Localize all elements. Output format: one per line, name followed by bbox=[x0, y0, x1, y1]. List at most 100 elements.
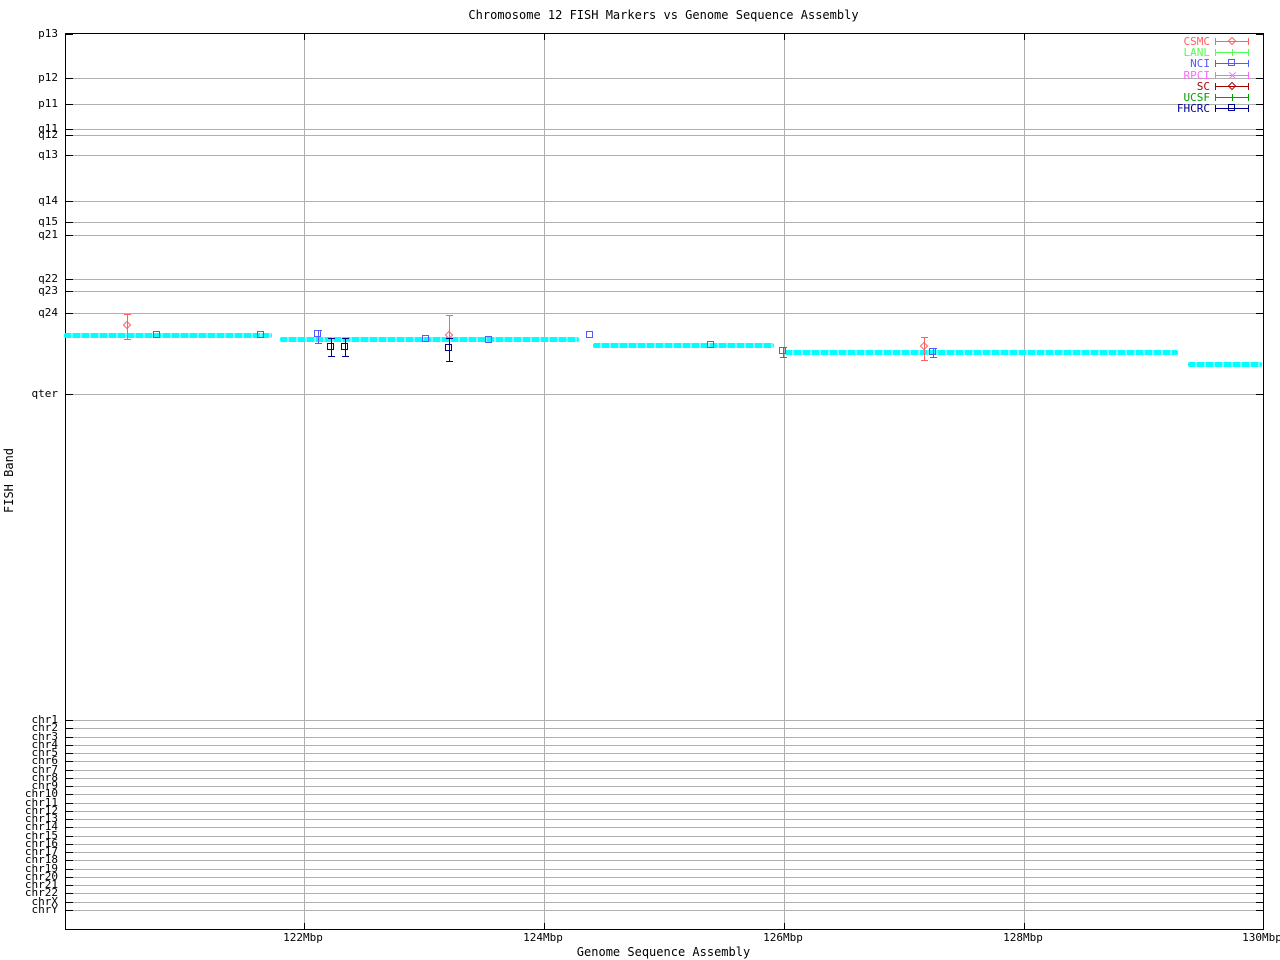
y-tick bbox=[66, 155, 73, 156]
gridline-h bbox=[66, 811, 1263, 812]
legend-marker-sc bbox=[1227, 81, 1237, 91]
legend-marker-fhcrc bbox=[1228, 104, 1235, 111]
y-tick bbox=[66, 78, 73, 79]
y-tick-mirror bbox=[1256, 893, 1263, 894]
y-tick-mirror bbox=[1256, 104, 1263, 105]
y-tick bbox=[66, 129, 73, 130]
marker-nci bbox=[707, 341, 714, 348]
x-tick-label: 128Mbp bbox=[1003, 931, 1043, 944]
gridline-h bbox=[66, 786, 1263, 787]
gridline-h bbox=[66, 291, 1263, 292]
y-tick-mirror bbox=[1256, 910, 1263, 911]
y-tick-label: q23 bbox=[38, 284, 58, 297]
y-tick-mirror bbox=[1256, 803, 1263, 804]
y-tick bbox=[66, 893, 73, 894]
y-axis-title: FISH Band bbox=[2, 447, 16, 513]
x-tick-label: 130Mbp bbox=[1242, 931, 1280, 944]
chart: Chromosome 12 FISH Markers vs Genome Seq… bbox=[0, 0, 1280, 960]
gridline-h bbox=[66, 794, 1263, 795]
legend-cap bbox=[1248, 94, 1249, 101]
y-tick bbox=[66, 869, 73, 870]
gridline-h bbox=[66, 135, 1263, 136]
gridline-h bbox=[66, 753, 1263, 754]
gridline-h bbox=[66, 860, 1263, 861]
y-tick-mirror bbox=[1256, 844, 1263, 845]
marker-nci bbox=[153, 331, 160, 338]
y-tick-mirror bbox=[1256, 827, 1263, 828]
y-tick bbox=[66, 836, 73, 837]
error-cap bbox=[446, 338, 453, 339]
gridline-h bbox=[66, 761, 1263, 762]
gridline-h bbox=[66, 394, 1263, 395]
legend-row-fhcrc: FHCRC bbox=[1148, 103, 1249, 114]
x-axis-title: Genome Sequence Assembly bbox=[576, 945, 751, 959]
x-tick-mirror bbox=[304, 34, 305, 40]
y-tick-label: p13 bbox=[38, 27, 58, 40]
y-tick bbox=[66, 819, 73, 820]
y-tick-mirror bbox=[1256, 235, 1263, 236]
y-tick-label: q14 bbox=[38, 194, 58, 207]
gridline-h bbox=[66, 844, 1263, 845]
gridline-h bbox=[66, 279, 1263, 280]
y-tick-mirror bbox=[1256, 279, 1263, 280]
y-tick bbox=[66, 745, 73, 746]
y-tick bbox=[66, 313, 73, 314]
y-tick-mirror bbox=[1256, 313, 1263, 314]
legend-cap bbox=[1248, 72, 1249, 79]
y-tick-mirror bbox=[1256, 778, 1263, 779]
y-tick-mirror bbox=[1256, 155, 1263, 156]
y-tick-mirror bbox=[1256, 222, 1263, 223]
gridline-h bbox=[66, 852, 1263, 853]
x-tick-mirror bbox=[544, 34, 545, 40]
x-tick bbox=[1024, 923, 1025, 929]
y-tick-mirror bbox=[1256, 34, 1263, 35]
error-cap bbox=[342, 338, 349, 339]
gridline-h bbox=[66, 770, 1263, 771]
y-tick bbox=[66, 770, 73, 771]
y-tick-mirror bbox=[1256, 836, 1263, 837]
y-tick bbox=[66, 844, 73, 845]
assembly-segment bbox=[280, 337, 579, 342]
x-tick bbox=[304, 923, 305, 929]
y-tick-mirror bbox=[1256, 811, 1263, 812]
assembly-segment bbox=[1188, 362, 1262, 367]
legend-cap bbox=[1215, 94, 1216, 101]
marker-nci bbox=[314, 330, 321, 337]
gridline-h bbox=[66, 877, 1263, 878]
y-tick-mirror bbox=[1256, 877, 1263, 878]
y-tick bbox=[66, 778, 73, 779]
legend-sample bbox=[1215, 104, 1249, 113]
gridline-v bbox=[304, 34, 305, 929]
error-cap bbox=[342, 356, 349, 357]
legend-marker-rpci bbox=[1228, 71, 1237, 80]
error-cap bbox=[780, 357, 787, 358]
y-tick-mirror bbox=[1256, 869, 1263, 870]
gridline-h bbox=[66, 778, 1263, 779]
y-tick bbox=[66, 34, 73, 35]
error-cap bbox=[446, 315, 453, 316]
x-tick-label: 122Mbp bbox=[283, 931, 323, 944]
y-tick bbox=[66, 235, 73, 236]
y-tick bbox=[66, 761, 73, 762]
gridline-h bbox=[66, 737, 1263, 738]
y-tick-mirror bbox=[1256, 129, 1263, 130]
y-tick-mirror bbox=[1256, 135, 1263, 136]
error-cap bbox=[315, 343, 322, 344]
gridline-h bbox=[66, 745, 1263, 746]
gridline-h bbox=[66, 78, 1263, 79]
y-tick bbox=[66, 902, 73, 903]
gridline-h bbox=[66, 819, 1263, 820]
y-tick bbox=[66, 222, 73, 223]
gridline-h bbox=[66, 104, 1263, 105]
y-tick-mirror bbox=[1256, 201, 1263, 202]
gridline-h bbox=[66, 235, 1263, 236]
legend-sample bbox=[1215, 81, 1249, 91]
x-tick-mirror bbox=[784, 34, 785, 40]
y-tick bbox=[66, 794, 73, 795]
y-tick-mirror bbox=[1256, 745, 1263, 746]
y-tick bbox=[66, 291, 73, 292]
y-tick bbox=[66, 279, 73, 280]
y-tick-label: chrY bbox=[31, 903, 59, 916]
legend-marker-ucsf bbox=[1232, 94, 1233, 101]
x-tick-mirror bbox=[1024, 34, 1025, 40]
